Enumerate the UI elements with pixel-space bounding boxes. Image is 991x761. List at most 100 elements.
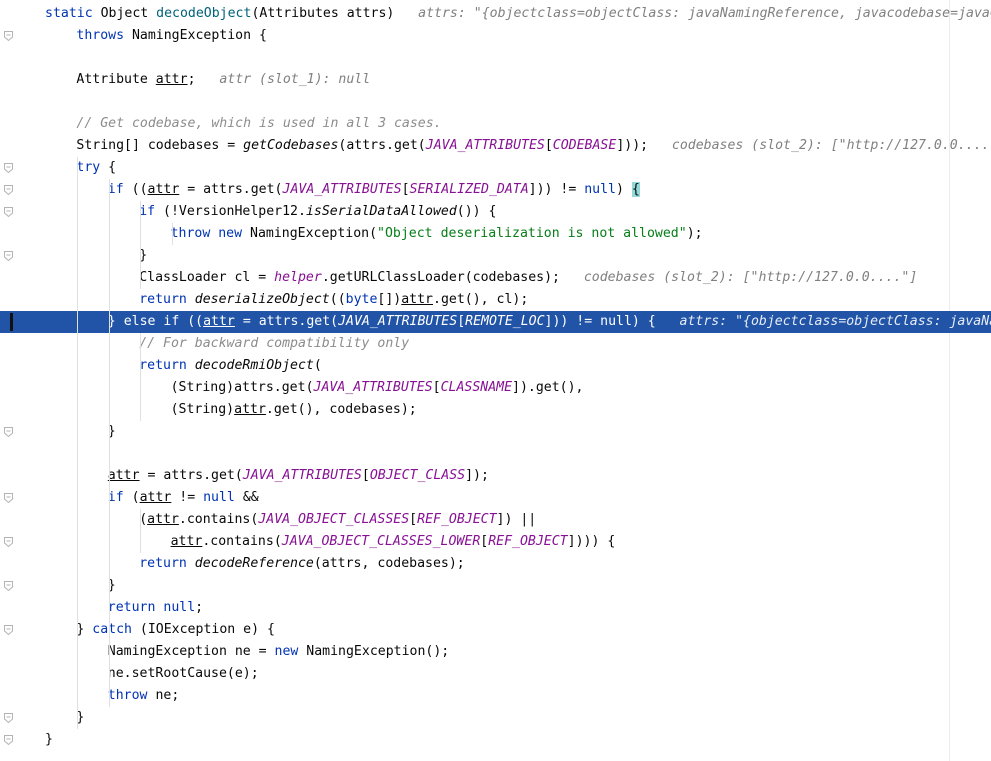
code-token: { — [631, 182, 640, 197]
code-token: } — [45, 732, 53, 747]
code-token: != — [171, 490, 204, 505]
code-line[interactable]: } — [0, 245, 991, 267]
code-token: ( — [131, 490, 140, 505]
code-line[interactable]: throw ne; — [0, 685, 991, 707]
code-text: attr = attrs.get(JAVA_ATTRIBUTES[OBJECT_… — [108, 465, 489, 487]
code-line[interactable] — [0, 91, 991, 113]
code-line[interactable]: return decodeRmiObject( — [0, 355, 991, 377]
code-line[interactable]: ne.setRootCause(e); — [0, 663, 991, 685]
code-line[interactable]: static Object decodeObject(Attributes at… — [0, 3, 991, 25]
current-execution-line[interactable]: } else if ((attr = attrs.get(JAVA_ATTRIB… — [0, 311, 991, 333]
code-token: (!VersionHelper12. — [163, 204, 306, 219]
code-line[interactable] — [0, 47, 991, 69]
code-token: } — [107, 314, 124, 329]
code-line[interactable]: if (!VersionHelper12.isSerialDataAllowed… — [0, 201, 991, 223]
code-token: (IOException e) { — [139, 622, 275, 637]
code-line[interactable]: (String)attrs.get(JAVA_ATTRIBUTES[CLASSN… — [0, 377, 991, 399]
code-token: [ — [361, 468, 370, 483]
code-token: null — [584, 182, 616, 197]
code-line[interactable]: } — [0, 575, 991, 597]
code-token: [ — [457, 314, 466, 329]
indent-guide — [109, 641, 110, 707]
code-line[interactable]: throw new NamingException("Object deseri… — [0, 223, 991, 245]
code-line[interactable]: } — [0, 729, 991, 751]
code-token: ) — [615, 182, 632, 197]
code-token: null — [600, 314, 632, 329]
code-line[interactable]: (attr.contains(JAVA_OBJECT_CLASSES[REF_O… — [0, 509, 991, 531]
code-token: attr — [155, 72, 188, 87]
code-token: ne.setRootCause(e); — [107, 666, 259, 681]
code-line[interactable]: try { — [0, 157, 991, 179]
code-token: NamingException( — [250, 226, 378, 241]
code-token: .get(), codebases); — [265, 402, 417, 417]
code-token: JAVA_ATTRIBUTES — [425, 138, 545, 153]
code-token: REF_OBJECT — [488, 534, 568, 549]
code-token: attr — [139, 490, 172, 505]
code-token: getCodebases — [243, 138, 339, 153]
code-line[interactable]: // For backward compatibility only — [0, 333, 991, 355]
code-token: REF_OBJECT — [417, 512, 497, 527]
inline-debug-value: codebases (slot_2): ["http://127.0.0....… — [663, 138, 991, 153]
code-token: .getURLClassLoader(codebases); — [321, 270, 576, 285]
code-token: if — [107, 490, 132, 505]
code-token: attr — [203, 314, 235, 329]
code-line[interactable]: (String)attr.get(), codebases); — [0, 399, 991, 421]
code-line[interactable]: ClassLoader cl = helper.getURLClassLoade… — [0, 267, 991, 289]
code-token: (( — [187, 314, 204, 329]
code-token: attr — [147, 512, 179, 527]
code-token: []) — [377, 292, 402, 307]
code-token: ]))) { — [567, 534, 616, 549]
code-token: // For backward compatibility only — [139, 336, 410, 351]
code-line[interactable]: return deserializeObject((byte[])attr.ge… — [0, 289, 991, 311]
code-text: attr.contains(JAVA_OBJECT_CLASSES_LOWER[… — [171, 531, 616, 553]
code-token: return — [139, 358, 195, 373]
code-text: } else if ((attr = attrs.get(JAVA_ATTRIB… — [108, 311, 991, 333]
code-token: catch — [92, 622, 140, 637]
code-token: NamingException(); — [306, 644, 450, 659]
code-token: OBJECT_CLASS — [369, 468, 466, 483]
code-line[interactable] — [0, 443, 991, 465]
code-line[interactable]: return null; — [0, 597, 991, 619]
code-token: REMOTE_LOC — [465, 314, 545, 329]
code-line[interactable]: NamingException ne = new NamingException… — [0, 641, 991, 663]
code-line[interactable]: // Get codebase, which is used in all 3 … — [0, 113, 991, 135]
code-line[interactable]: Attribute attr; attr (slot_1): null — [0, 69, 991, 91]
code-text: if (!VersionHelper12.isSerialDataAllowed… — [139, 201, 496, 223]
code-text: try { — [76, 157, 116, 179]
code-line[interactable]: String[] codebases = getCodebases(attrs.… — [0, 135, 991, 157]
code-token: (String)attrs.get( — [170, 380, 314, 395]
code-token: ])) != — [528, 182, 585, 197]
code-token: ]).get(), — [512, 380, 584, 395]
code-token: attr — [234, 402, 266, 417]
code-line[interactable]: throws NamingException { — [0, 25, 991, 47]
code-line[interactable]: if ((attr = attrs.get(JAVA_ATTRIBUTES[SE… — [0, 179, 991, 201]
code-line[interactable]: } — [0, 421, 991, 443]
code-text: ClassLoader cl = helper.getURLClassLoade… — [139, 267, 917, 289]
code-line[interactable]: attr = attrs.get(JAVA_ATTRIBUTES[OBJECT_… — [0, 465, 991, 487]
code-line[interactable]: return decodeReference(attrs, codebases)… — [0, 553, 991, 575]
inline-debug-value: attr (slot_1): null — [211, 72, 371, 87]
code-token: .contains( — [202, 534, 282, 549]
code-token: ( — [313, 358, 322, 373]
code-text: throw new NamingException("Object deseri… — [171, 223, 703, 245]
code-text: if ((attr = attrs.get(JAVA_ATTRIBUTES[SE… — [108, 179, 640, 201]
code-line[interactable]: attr.contains(JAVA_OBJECT_CLASSES_LOWER[… — [0, 531, 991, 553]
indent-guide — [140, 509, 141, 553]
code-token: attr — [170, 534, 203, 549]
code-text: } — [45, 729, 53, 751]
code-token: (Attributes attrs) — [251, 6, 411, 21]
code-line[interactable]: if (attr != null && — [0, 487, 991, 509]
code-token: JAVA_OBJECT_CLASSES_LOWER — [281, 534, 481, 549]
code-token: [ — [409, 512, 418, 527]
code-line[interactable]: } — [0, 707, 991, 729]
code-token: ; — [195, 600, 204, 615]
code-token: CODEBASE — [552, 138, 617, 153]
code-token: helper — [274, 270, 322, 285]
code-token: (( — [131, 182, 148, 197]
code-token: decodeReference — [194, 556, 314, 571]
code-line[interactable]: } catch (IOException e) { — [0, 619, 991, 641]
code-editor[interactable]: static Object decodeObject(Attributes at… — [0, 0, 991, 761]
code-token: if — [107, 182, 132, 197]
code-token: new — [274, 644, 307, 659]
code-token: .contains( — [178, 512, 259, 527]
